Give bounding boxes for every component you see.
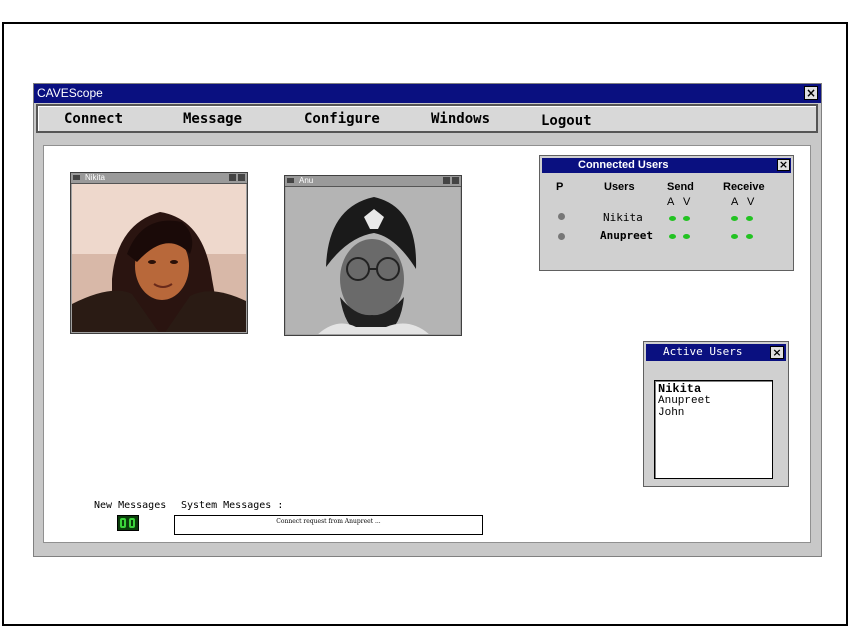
- video-feed-nikita: [72, 184, 246, 332]
- header-receive: Receive: [723, 181, 765, 193]
- send-audio-label: A: [667, 196, 675, 208]
- window-close-button[interactable]: ×: [804, 86, 818, 100]
- send-audio-led-nikita[interactable]: [669, 216, 676, 221]
- receive-video-led-nikita[interactable]: [746, 216, 753, 221]
- maximize-icon[interactable]: [452, 177, 459, 184]
- active-users-close-button[interactable]: ×: [770, 346, 784, 359]
- receive-video-label: V: [747, 196, 755, 208]
- receive-audio-label: A: [731, 196, 739, 208]
- video-window-anu[interactable]: Anu: [284, 175, 462, 336]
- list-item[interactable]: John: [655, 407, 772, 419]
- menu-message[interactable]: Message: [183, 111, 242, 127]
- person-portrait-image: [286, 187, 460, 334]
- presence-dot-anupreet: [558, 233, 565, 240]
- menu-connect[interactable]: Connect: [64, 111, 123, 127]
- menu-bar: Connect Message Configure Windows Logout: [36, 104, 818, 133]
- system-message-text: Connect request from Anupreet ...: [276, 518, 381, 525]
- minimize-icon[interactable]: [443, 177, 450, 184]
- menu-logout[interactable]: Logout: [541, 113, 592, 129]
- receive-audio-led-nikita[interactable]: [731, 216, 738, 221]
- header-users: Users: [604, 181, 635, 193]
- person-portrait-image: [72, 184, 246, 332]
- new-messages-label: New Messages: [94, 500, 167, 511]
- window-menu-icon[interactable]: [73, 175, 80, 180]
- video-label-anu: Anu: [299, 176, 314, 185]
- new-messages-icon[interactable]: [117, 515, 139, 531]
- send-audio-led-anupreet[interactable]: [669, 234, 676, 239]
- minimize-icon[interactable]: [229, 174, 236, 181]
- connected-users-panel: Connected Users × P Users Send Receive A…: [539, 155, 794, 271]
- menu-windows[interactable]: Windows: [431, 111, 490, 127]
- header-send: Send: [667, 181, 694, 193]
- window-title: CAVEScope: [37, 86, 103, 100]
- presence-dot-nikita: [558, 213, 565, 220]
- menu-configure[interactable]: Configure: [304, 111, 380, 127]
- active-users-title: Active Users: [663, 345, 743, 358]
- video-window-nikita[interactable]: Nikita: [70, 172, 248, 334]
- user-name-anupreet: Anupreet: [600, 229, 653, 242]
- connected-users-title: Connected Users: [578, 159, 669, 171]
- receive-video-led-anupreet[interactable]: [746, 234, 753, 239]
- video-feed-anu: [286, 187, 460, 334]
- list-item[interactable]: Nikita: [655, 383, 772, 395]
- maximize-icon[interactable]: [238, 174, 245, 181]
- connected-users-close-button[interactable]: ×: [777, 159, 790, 171]
- receive-audio-led-anupreet[interactable]: [731, 234, 738, 239]
- video-titlebar: Nikita: [71, 173, 247, 184]
- header-p: P: [556, 181, 564, 193]
- connected-users-titlebar: Connected Users ×: [542, 158, 791, 173]
- active-users-list[interactable]: Nikita Anupreet John: [654, 380, 773, 479]
- user-name-nikita: Nikita: [603, 211, 643, 224]
- send-video-label: V: [683, 196, 691, 208]
- send-video-led-anupreet[interactable]: [683, 234, 690, 239]
- send-video-led-nikita[interactable]: [683, 216, 690, 221]
- window-titlebar: CAVEScope ×: [34, 84, 821, 103]
- active-users-titlebar: Active Users ×: [646, 344, 786, 361]
- list-item[interactable]: Anupreet: [655, 395, 772, 407]
- system-messages-label: System Messages :: [181, 500, 284, 511]
- video-label-nikita: Nikita: [85, 173, 106, 182]
- system-messages-box: Connect request from Anupreet ...: [174, 515, 483, 535]
- window-menu-icon[interactable]: [287, 178, 294, 183]
- active-users-panel: Active Users × Nikita Anupreet John: [643, 341, 789, 487]
- video-titlebar: Anu: [285, 176, 461, 187]
